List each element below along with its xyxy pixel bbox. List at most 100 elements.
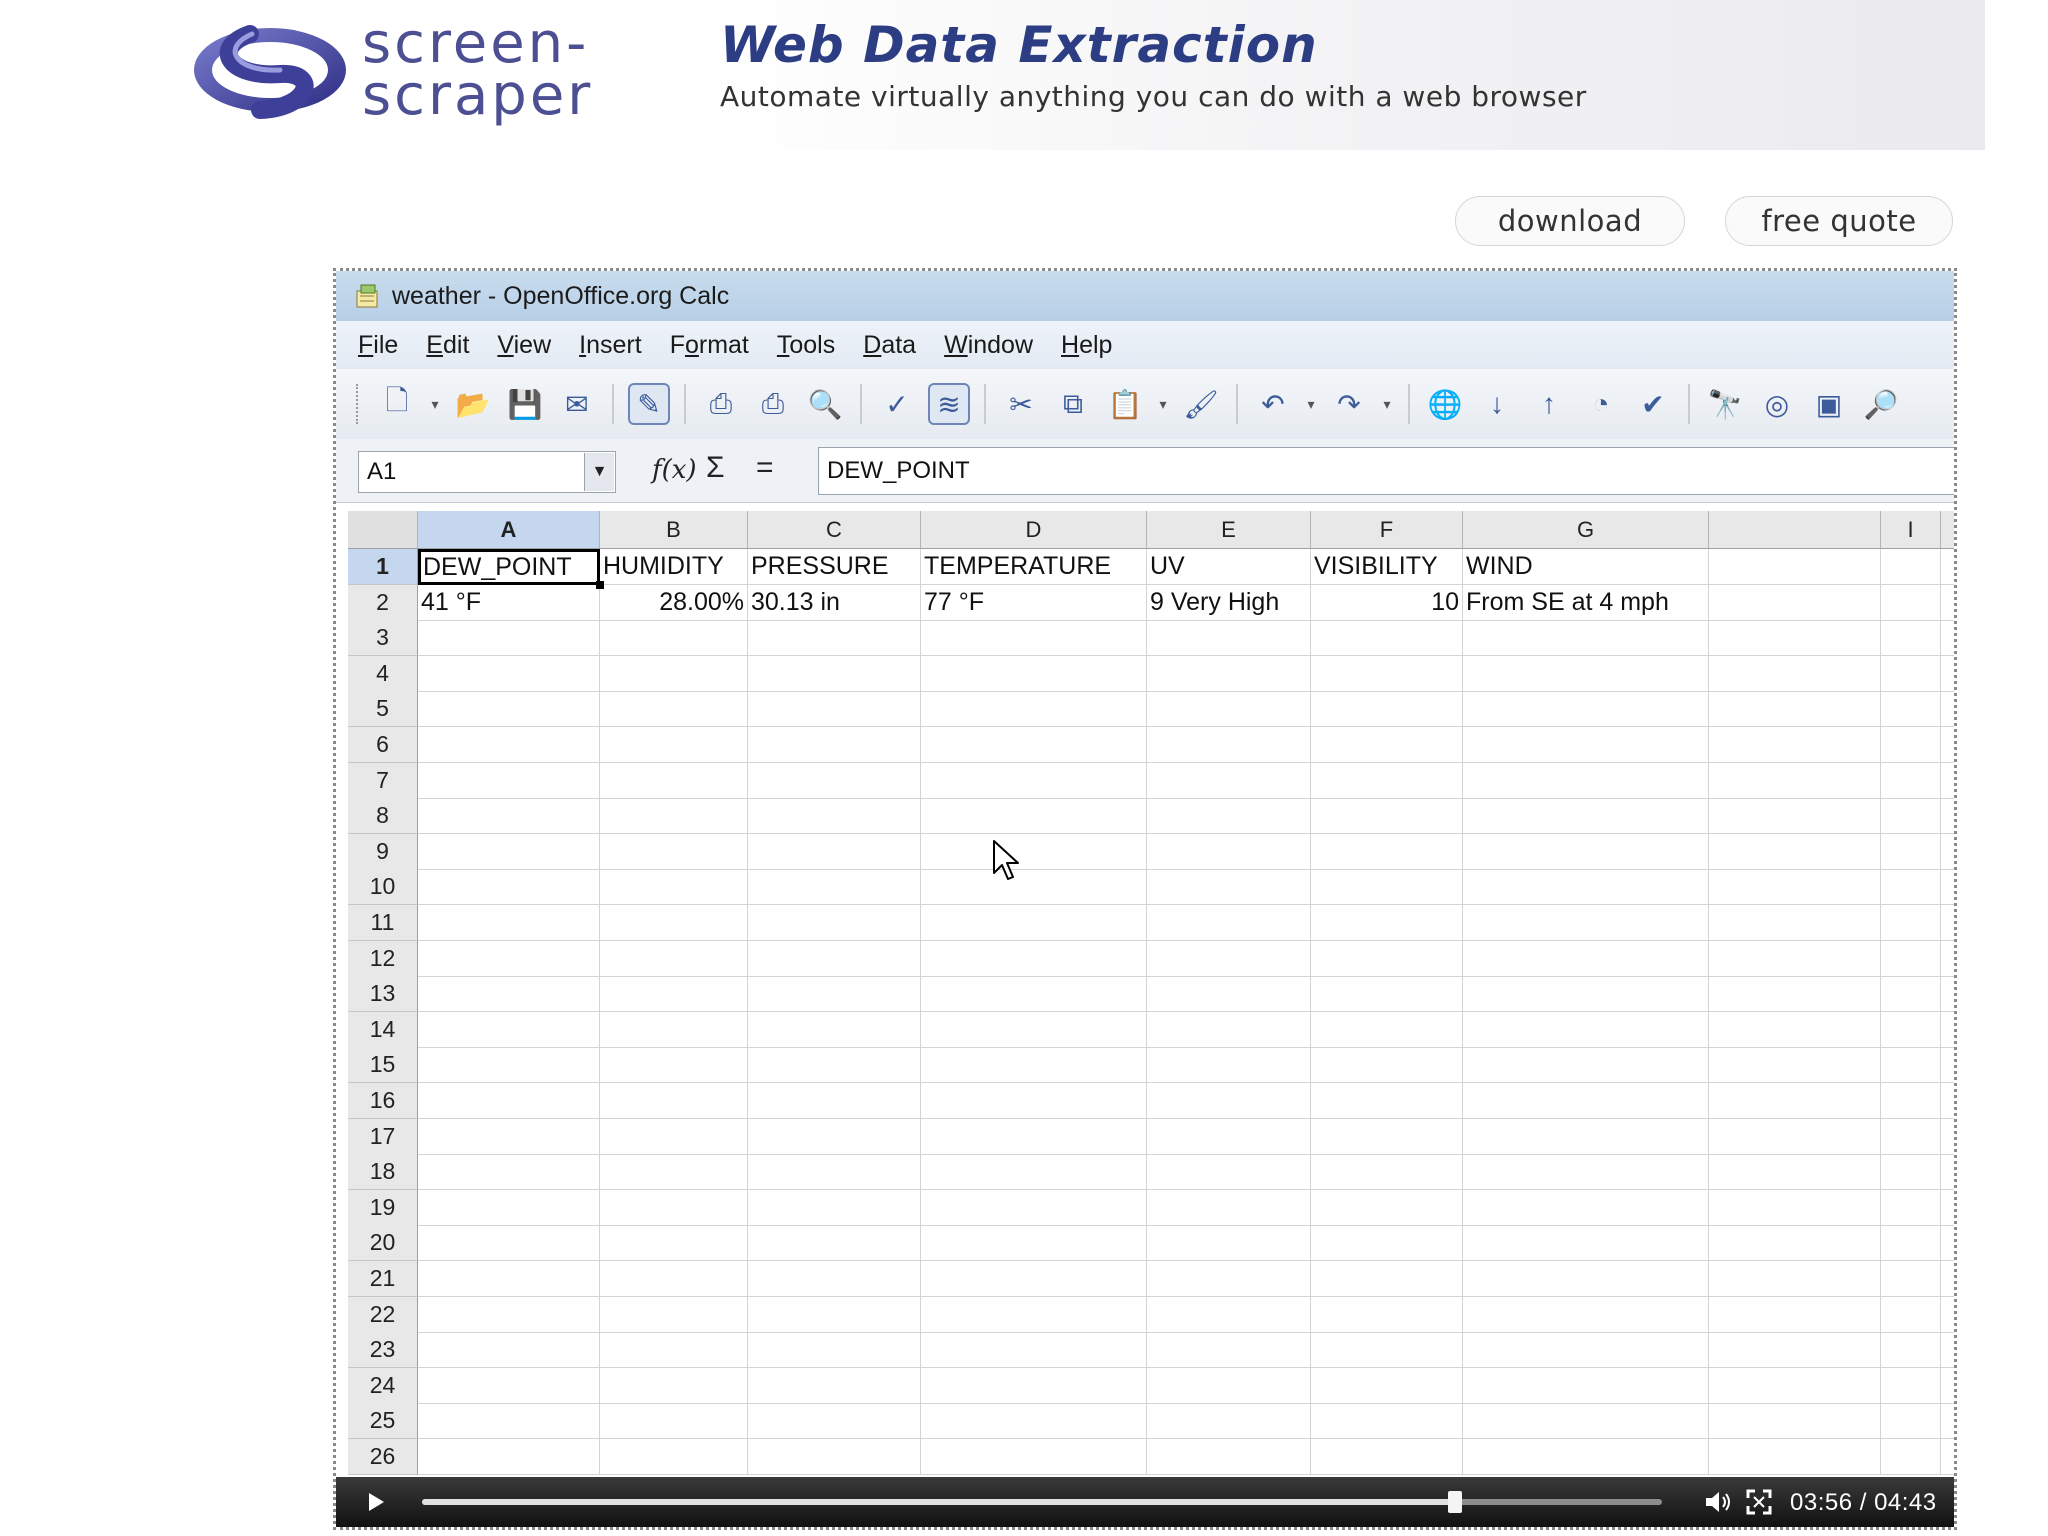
- cell-i13[interactable]: [1881, 976, 1941, 1013]
- cell-i11[interactable]: [1881, 905, 1941, 941]
- play-icon[interactable]: [364, 1490, 388, 1514]
- cell-g11[interactable]: [1463, 905, 1709, 941]
- row-header-4[interactable]: 4: [348, 655, 418, 692]
- cell-c3[interactable]: [748, 620, 921, 657]
- column-header-g[interactable]: G: [1463, 511, 1709, 549]
- cell-h7[interactable]: [1709, 762, 1881, 799]
- cell-e15[interactable]: [1147, 1047, 1311, 1084]
- cell-g21[interactable]: [1463, 1261, 1709, 1297]
- cell-b5[interactable]: [600, 691, 748, 728]
- column-header-f[interactable]: F: [1311, 511, 1463, 549]
- cell-e12[interactable]: [1147, 940, 1311, 977]
- cell-h16[interactable]: [1709, 1083, 1881, 1119]
- progress-bar[interactable]: [422, 1491, 1662, 1513]
- cell-h6[interactable]: [1709, 727, 1881, 763]
- cell-j26[interactable]: [1941, 1439, 1954, 1475]
- cell-h12[interactable]: [1709, 940, 1881, 977]
- sort-descending-icon[interactable]: ↑: [1528, 383, 1570, 425]
- fullscreen-icon[interactable]: [1746, 1489, 1772, 1515]
- cell-g17[interactable]: [1463, 1118, 1709, 1155]
- cell-j21[interactable]: [1941, 1261, 1954, 1297]
- cell-a20[interactable]: [418, 1225, 600, 1262]
- cell-a10[interactable]: [418, 869, 600, 906]
- cell-h13[interactable]: [1709, 976, 1881, 1013]
- row-header-23[interactable]: 23: [348, 1332, 418, 1369]
- cell-c6[interactable]: [748, 727, 921, 763]
- cell-a16[interactable]: [418, 1083, 600, 1119]
- cell-e13[interactable]: [1147, 976, 1311, 1013]
- cell-h26[interactable]: [1709, 1439, 1881, 1475]
- cell-e17[interactable]: [1147, 1118, 1311, 1155]
- cell-d7[interactable]: [921, 762, 1147, 799]
- cell-a2[interactable]: 41 °F: [418, 584, 600, 621]
- cell-a14[interactable]: [418, 1011, 600, 1048]
- cell-c10[interactable]: [748, 869, 921, 906]
- cell-b13[interactable]: [600, 976, 748, 1013]
- cell-j23[interactable]: [1941, 1332, 1954, 1369]
- cell-h11[interactable]: [1709, 905, 1881, 941]
- cell-b10[interactable]: [600, 869, 748, 906]
- cell-a24[interactable]: [418, 1367, 600, 1404]
- cell-b24[interactable]: [600, 1367, 748, 1404]
- cell-i5[interactable]: [1881, 691, 1941, 728]
- cell-i12[interactable]: [1881, 940, 1941, 977]
- cell-a19[interactable]: [418, 1189, 600, 1226]
- row-header-15[interactable]: 15: [348, 1047, 418, 1084]
- cell-c5[interactable]: [748, 691, 921, 728]
- menu-item-edit[interactable]: Edit: [426, 331, 469, 360]
- cell-a8[interactable]: [418, 798, 600, 835]
- zoom-icon[interactable]: 🔎: [1860, 383, 1902, 425]
- menu-item-view[interactable]: View: [497, 331, 551, 360]
- find-replace-icon[interactable]: 🔭: [1704, 383, 1746, 425]
- cell-b8[interactable]: [600, 798, 748, 835]
- save-icon[interactable]: 💾: [504, 383, 546, 425]
- cell-f10[interactable]: [1311, 869, 1463, 906]
- cell-j4[interactable]: [1941, 656, 1954, 692]
- cell-b25[interactable]: [600, 1403, 748, 1440]
- cell-g6[interactable]: [1463, 727, 1709, 763]
- cell-e9[interactable]: [1147, 833, 1311, 870]
- cell-a23[interactable]: [418, 1332, 600, 1369]
- cell-b7[interactable]: [600, 762, 748, 799]
- cell-j8[interactable]: [1941, 798, 1954, 835]
- cell-h18[interactable]: [1709, 1154, 1881, 1191]
- cell-h9[interactable]: [1709, 833, 1881, 870]
- cell-b20[interactable]: [600, 1225, 748, 1262]
- cell-c22[interactable]: [748, 1296, 921, 1333]
- cell-j11[interactable]: [1941, 905, 1954, 941]
- cell-i21[interactable]: [1881, 1261, 1941, 1297]
- cell-d23[interactable]: [921, 1332, 1147, 1369]
- cell-d13[interactable]: [921, 976, 1147, 1013]
- cell-j12[interactable]: [1941, 941, 1954, 977]
- cell-e19[interactable]: [1147, 1189, 1311, 1226]
- cell-e22[interactable]: [1147, 1296, 1311, 1333]
- cell-b16[interactable]: [600, 1083, 748, 1119]
- row-header-1[interactable]: 1: [348, 549, 418, 585]
- chart-icon[interactable]: ◔: [1580, 383, 1622, 425]
- video-player[interactable]: weather - OpenOffice.org Calc File Edit Vi…: [333, 268, 1957, 1530]
- chevron-down-icon[interactable]: ▼: [584, 453, 614, 491]
- row-header-21[interactable]: 21: [348, 1261, 418, 1297]
- cell-i2[interactable]: [1881, 584, 1941, 621]
- cell-c7[interactable]: [748, 762, 921, 799]
- cell-j17[interactable]: [1941, 1119, 1954, 1155]
- cell-d2[interactable]: 77 °F: [921, 584, 1147, 621]
- cell-c16[interactable]: [748, 1083, 921, 1119]
- cell-g3[interactable]: [1463, 620, 1709, 657]
- window-titlebar[interactable]: weather - OpenOffice.org Calc: [336, 271, 1954, 321]
- cell-d26[interactable]: [921, 1439, 1147, 1475]
- cell-a1[interactable]: DEW_POINT: [418, 549, 600, 585]
- cell-c21[interactable]: [748, 1261, 921, 1297]
- cell-d5[interactable]: [921, 691, 1147, 728]
- menu-item-window[interactable]: Window: [944, 331, 1033, 360]
- formula-input[interactable]: DEW_POINT: [818, 447, 1954, 495]
- cell-j14[interactable]: [1941, 1012, 1954, 1048]
- spreadsheet-grid[interactable]: A B C D E F G I 1 2 3 4 5 6 7 8 9 10 11 12 13 14 15 16 17 18 19 20 2…: [336, 511, 1954, 1481]
- cell-f3[interactable]: [1311, 620, 1463, 657]
- column-header-h[interactable]: [1709, 511, 1881, 549]
- cell-d10[interactable]: [921, 869, 1147, 906]
- column-header-i[interactable]: I: [1881, 511, 1941, 549]
- cell-i17[interactable]: [1881, 1118, 1941, 1155]
- cell-a6[interactable]: [418, 727, 600, 763]
- column-header-a[interactable]: A: [418, 511, 600, 549]
